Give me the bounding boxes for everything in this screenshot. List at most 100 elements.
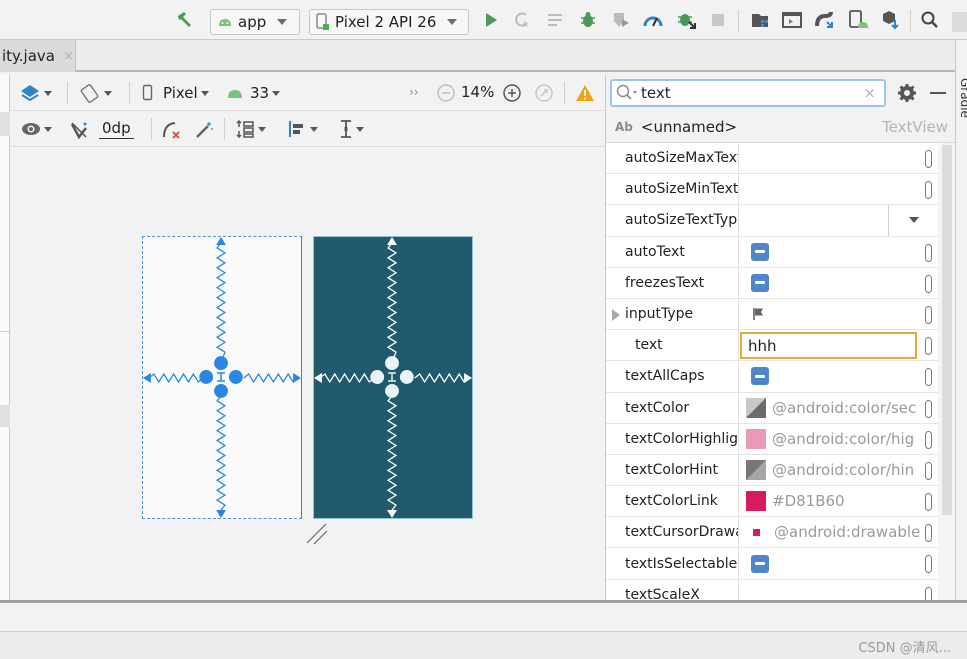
resource-picker-icon[interactable]	[925, 243, 932, 262]
search-everywhere-icon[interactable]	[920, 10, 940, 30]
design-view[interactable]	[142, 236, 302, 519]
design-canvas[interactable]	[11, 148, 605, 600]
debug-icon[interactable]	[578, 10, 598, 30]
attribute-row[interactable]: autoSizeTextType	[606, 205, 938, 237]
attribute-row[interactable]: inputType	[606, 298, 938, 331]
resource-picker-icon[interactable]	[925, 555, 932, 574]
attribute-value[interactable]: @android:color/hin	[739, 455, 938, 485]
resource-picker-icon[interactable]	[925, 181, 932, 200]
attribute-row[interactable]: textIsSelectable	[606, 548, 938, 580]
editor-tab[interactable]: ity.java ×	[0, 40, 76, 72]
autoconnect-toggle-icon[interactable]	[69, 120, 89, 144]
pack-dropdown[interactable]	[235, 119, 266, 139]
attribute-value[interactable]: @android:drawable	[739, 517, 938, 547]
chevron-down-icon[interactable]	[888, 205, 938, 236]
stop-icon[interactable]	[708, 10, 728, 30]
close-tab-icon[interactable]: ×	[63, 49, 74, 64]
attribute-row[interactable]: autoSizeMinText	[606, 174, 938, 206]
warning-icon[interactable]	[575, 83, 595, 107]
resource-picker-icon[interactable]	[925, 274, 932, 293]
attribute-value[interactable]: #D81B60	[739, 486, 938, 516]
blueprint-view[interactable]	[313, 236, 473, 519]
attribute-value[interactable]: hhh	[739, 330, 938, 360]
attribute-row[interactable]: freezesText	[606, 267, 938, 299]
attribute-value[interactable]	[739, 548, 938, 578]
attributes-search-input[interactable]	[641, 84, 841, 102]
attribute-value[interactable]	[739, 361, 938, 391]
project-structure-icon[interactable]	[751, 10, 771, 30]
apply-code-changes-icon[interactable]	[546, 10, 566, 30]
view-options-dropdown[interactable]	[21, 119, 52, 139]
attribute-value[interactable]	[739, 299, 938, 329]
device-for-preview-dropdown[interactable]: Pixel	[142, 83, 209, 103]
more-actions-icon[interactable]: ››	[409, 85, 419, 99]
zoom-out-icon[interactable]	[436, 83, 456, 107]
minimize-icon[interactable]	[930, 92, 946, 94]
clear-constraints-icon[interactable]	[161, 120, 183, 144]
attribute-value[interactable]	[739, 237, 938, 267]
resource-picker-icon[interactable]	[925, 493, 932, 512]
color-swatch[interactable]	[746, 491, 766, 512]
attribute-value[interactable]: @android:color/sec	[739, 393, 938, 423]
user-avatar-icon[interactable]	[952, 12, 967, 32]
zoom-in-icon[interactable]	[502, 83, 522, 107]
flag-icon[interactable]	[752, 307, 766, 321]
attribute-dropdown[interactable]	[739, 205, 938, 236]
color-swatch[interactable]	[746, 459, 766, 480]
resource-picker-icon[interactable]	[925, 150, 932, 168]
attach-debugger-icon[interactable]	[677, 10, 697, 30]
run-with-coverage-icon[interactable]	[611, 10, 631, 30]
attribute-row[interactable]: textColor @android:color/sec	[606, 392, 938, 424]
tree-selected-row[interactable]	[0, 405, 10, 427]
profile-icon[interactable]	[643, 10, 663, 30]
attribute-row[interactable]: textAllCaps	[606, 361, 938, 393]
attribute-row[interactable]: textColorHighlight @android:color/hig	[606, 423, 938, 455]
gradle-sync-icon[interactable]	[815, 10, 835, 30]
resource-picker-icon[interactable]	[925, 368, 932, 387]
clear-search-icon[interactable]: ×	[863, 84, 876, 102]
attribute-row[interactable]: textScaleX	[606, 579, 938, 600]
design-surface-dropdown[interactable]	[19, 83, 52, 103]
text-attribute-input[interactable]: hhh	[740, 332, 917, 360]
zoom-to-fit-icon[interactable]	[534, 83, 554, 107]
resource-picker-icon[interactable]	[925, 586, 932, 600]
attribute-row[interactable]: textColorHint @android:color/hin	[606, 454, 938, 487]
boolean-toggle[interactable]	[751, 554, 769, 573]
attributes-scrollbar[interactable]	[938, 143, 956, 600]
gradle-tool-window-button[interactable]: Gradle	[958, 78, 967, 118]
resource-picker-icon[interactable]	[925, 461, 932, 480]
attribute-row[interactable]: autoText	[606, 236, 938, 268]
color-swatch[interactable]	[746, 428, 766, 449]
color-swatch[interactable]	[746, 397, 766, 418]
attribute-row[interactable]: autoSizeMaxText	[606, 143, 938, 175]
terminal-icon[interactable]	[782, 10, 802, 30]
resize-handle-icon[interactable]	[306, 523, 328, 545]
scrollbar-thumb[interactable]	[942, 145, 952, 515]
resource-picker-icon[interactable]	[925, 305, 932, 324]
attribute-value[interactable]: @android:color/hig	[739, 424, 938, 454]
attribute-value[interactable]	[739, 268, 938, 298]
run-config-dropdown[interactable]: app	[210, 9, 300, 35]
boolean-toggle[interactable]	[751, 273, 769, 292]
boolean-toggle[interactable]	[751, 367, 769, 386]
gear-icon[interactable]	[897, 83, 917, 107]
resource-picker-icon[interactable]	[925, 430, 932, 449]
resource-picker-icon[interactable]	[925, 399, 932, 418]
resource-picker-icon[interactable]	[925, 337, 932, 356]
boolean-toggle[interactable]	[751, 242, 769, 261]
attribute-value[interactable]	[739, 174, 938, 204]
attribute-row[interactable]: text hhh	[606, 330, 938, 362]
attribute-row[interactable]: textCursorDrawable @android:drawable	[606, 517, 938, 549]
apply-changes-icon[interactable]: A	[512, 10, 532, 30]
attributes-search[interactable]: ×	[610, 79, 886, 107]
resource-picker-icon[interactable]	[925, 524, 932, 543]
attribute-value[interactable]	[739, 143, 938, 173]
infer-constraints-icon[interactable]	[194, 120, 214, 144]
orientation-dropdown[interactable]	[79, 83, 112, 103]
attribute-value[interactable]	[739, 580, 938, 600]
api-level-dropdown[interactable]: 33	[227, 83, 281, 103]
avd-manager-icon[interactable]	[848, 10, 868, 30]
guidelines-dropdown[interactable]	[339, 119, 364, 139]
sdk-manager-icon[interactable]	[880, 10, 900, 30]
attribute-row[interactable]: textColorLink #D81B60	[606, 486, 938, 518]
